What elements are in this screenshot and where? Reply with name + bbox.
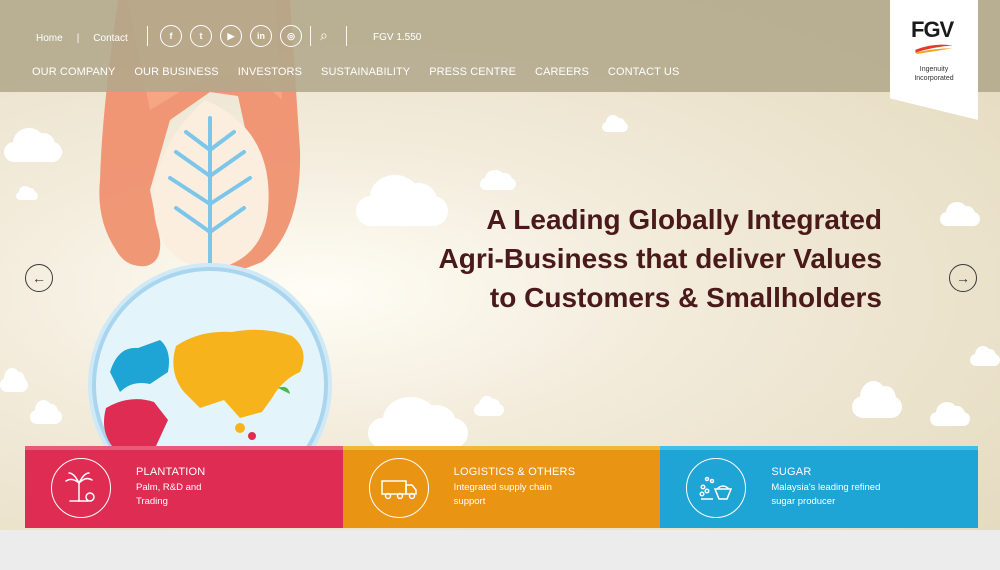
card-accent	[25, 446, 343, 450]
search-icon[interactable]: ⌕	[320, 27, 328, 44]
facebook-icon[interactable]: f	[160, 25, 182, 47]
utility-nav: Home | Contact	[36, 30, 128, 46]
header-divider	[147, 26, 148, 46]
nav-press-centre[interactable]: PRESS CENTRE	[429, 66, 516, 78]
instagram-icon[interactable]: ◎	[280, 25, 302, 47]
carousel-prev-button[interactable]: ←	[25, 264, 53, 292]
hero-headline: A Leading Globally Integrated Agri-Busin…	[439, 200, 883, 317]
headline-line-2: Agri-Business that deliver Values	[438, 243, 883, 274]
logo-swoosh-icon	[915, 44, 953, 54]
card-title: SUGAR	[771, 466, 812, 478]
youtube-icon[interactable]: ▶	[220, 25, 242, 47]
stock-price: FGV 1.550	[373, 32, 422, 43]
nav-contact-us[interactable]: CONTACT US	[608, 66, 680, 78]
sugar-bowl-icon	[686, 458, 747, 518]
nav-our-business[interactable]: OUR BUSINESS	[134, 66, 218, 78]
card-logistics[interactable]: LOGISTICS & OTHERS Integrated supply cha…	[342, 446, 661, 528]
contact-link[interactable]: Contact	[93, 33, 127, 44]
card-sugar[interactable]: SUGAR Malaysia's leading refined sugar p…	[660, 446, 979, 528]
nav-careers[interactable]: CAREERS	[535, 66, 589, 78]
carousel-next-button[interactable]: →	[949, 264, 977, 292]
card-accent	[342, 446, 661, 450]
truck-icon	[368, 458, 429, 518]
nav-investors[interactable]: INVESTORS	[238, 66, 302, 78]
linkedin-icon[interactable]: in	[250, 25, 272, 47]
nav-sustainability[interactable]: SUSTAINABILITY	[321, 66, 410, 78]
header-divider	[346, 26, 347, 46]
nav-our-company[interactable]: OUR COMPANY	[32, 66, 115, 78]
card-subtitle: Palm, R&D and Trading	[136, 482, 202, 507]
main-nav: OUR COMPANY OUR BUSINESS INVESTORS SUSTA…	[32, 66, 679, 78]
card-accent	[660, 446, 979, 450]
card-title: LOGISTICS & OTHERS	[453, 466, 576, 478]
logo-tagline: Ingenuity Incorporated	[914, 66, 954, 82]
header-divider	[310, 26, 311, 46]
business-cards: PLANTATION Palm, R&D and Trading LOGISTI…	[25, 446, 979, 528]
hero-banner: A Leading Globally Integrated Agri-Busin…	[0, 0, 1000, 530]
arrow-right-icon: →	[956, 270, 970, 286]
headline-line-3: to Customers & Smallholders	[489, 282, 882, 313]
logo-wordmark: FGV	[911, 17, 954, 42]
social-links: f t ▶ in ◎	[160, 25, 302, 47]
palm-tree-icon	[51, 458, 111, 518]
nav-divider: |	[76, 32, 80, 44]
site-header: Home | Contact f t ▶ in ◎ ⌕ FGV 1.550 OU…	[0, 0, 1000, 92]
card-subtitle: Malaysia's leading refined sugar produce…	[771, 482, 881, 507]
card-subtitle: Integrated supply chain support	[453, 482, 552, 507]
card-plantation[interactable]: PLANTATION Palm, R&D and Trading	[25, 446, 343, 528]
card-title: PLANTATION	[136, 466, 206, 478]
home-link[interactable]: Home	[36, 33, 63, 44]
headline-line-1: A Leading Globally Integrated	[486, 204, 882, 235]
twitter-icon[interactable]: t	[190, 25, 212, 47]
arrow-left-icon: ←	[32, 270, 46, 286]
